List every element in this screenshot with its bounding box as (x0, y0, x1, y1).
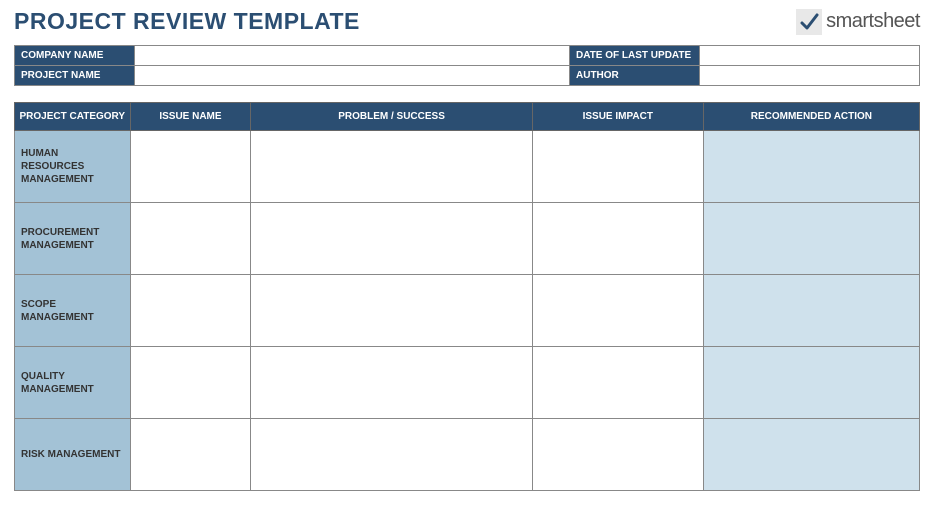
issue-cell[interactable] (130, 275, 251, 347)
col-header-impact: ISSUE IMPACT (532, 103, 703, 131)
project-name-value[interactable] (135, 66, 570, 86)
table-row: PROCUREMENT MANAGEMENT (15, 203, 920, 275)
action-cell[interactable] (703, 203, 919, 275)
problem-cell[interactable] (251, 419, 533, 491)
impact-cell[interactable] (532, 275, 703, 347)
table-header-row: PROJECT CATEGORY ISSUE NAME PROBLEM / SU… (15, 103, 920, 131)
category-cell: HUMAN RESOURCES MANAGEMENT (15, 131, 131, 203)
author-value[interactable] (700, 66, 920, 86)
col-header-action: RECOMMENDED ACTION (703, 103, 919, 131)
category-cell: QUALITY MANAGEMENT (15, 347, 131, 419)
table-row: HUMAN RESOURCES MANAGEMENT (15, 131, 920, 203)
issue-cell[interactable] (130, 347, 251, 419)
header: PROJECT REVIEW TEMPLATE smartsheet (14, 8, 920, 35)
category-cell: PROCUREMENT MANAGEMENT (15, 203, 131, 275)
problem-cell[interactable] (251, 203, 533, 275)
category-cell: SCOPE MANAGEMENT (15, 275, 131, 347)
review-table: PROJECT CATEGORY ISSUE NAME PROBLEM / SU… (14, 102, 920, 491)
table-row: QUALITY MANAGEMENT (15, 347, 920, 419)
impact-cell[interactable] (532, 203, 703, 275)
problem-cell[interactable] (251, 275, 533, 347)
col-header-issue: ISSUE NAME (130, 103, 251, 131)
page-title: PROJECT REVIEW TEMPLATE (14, 8, 360, 35)
issue-cell[interactable] (130, 203, 251, 275)
impact-cell[interactable] (532, 347, 703, 419)
action-cell[interactable] (703, 275, 919, 347)
project-name-label: PROJECT NAME (15, 66, 135, 86)
problem-cell[interactable] (251, 347, 533, 419)
meta-table: COMPANY NAME DATE OF LAST UPDATE PROJECT… (14, 45, 920, 86)
table-row: RISK MANAGEMENT (15, 419, 920, 491)
impact-cell[interactable] (532, 419, 703, 491)
col-header-problem: PROBLEM / SUCCESS (251, 103, 533, 131)
issue-cell[interactable] (130, 131, 251, 203)
impact-cell[interactable] (532, 131, 703, 203)
author-label: AUTHOR (570, 66, 700, 86)
category-cell: RISK MANAGEMENT (15, 419, 131, 491)
date-last-update-value[interactable] (700, 46, 920, 66)
company-name-value[interactable] (135, 46, 570, 66)
action-cell[interactable] (703, 419, 919, 491)
problem-cell[interactable] (251, 131, 533, 203)
col-header-category: PROJECT CATEGORY (15, 103, 131, 131)
action-cell[interactable] (703, 347, 919, 419)
brand-logo: smartsheet (796, 9, 920, 35)
action-cell[interactable] (703, 131, 919, 203)
issue-cell[interactable] (130, 419, 251, 491)
date-last-update-label: DATE OF LAST UPDATE (570, 46, 700, 66)
table-row: SCOPE MANAGEMENT (15, 275, 920, 347)
checkmark-icon (796, 9, 822, 35)
company-name-label: COMPANY NAME (15, 46, 135, 66)
brand-name: smartsheet (826, 10, 920, 33)
